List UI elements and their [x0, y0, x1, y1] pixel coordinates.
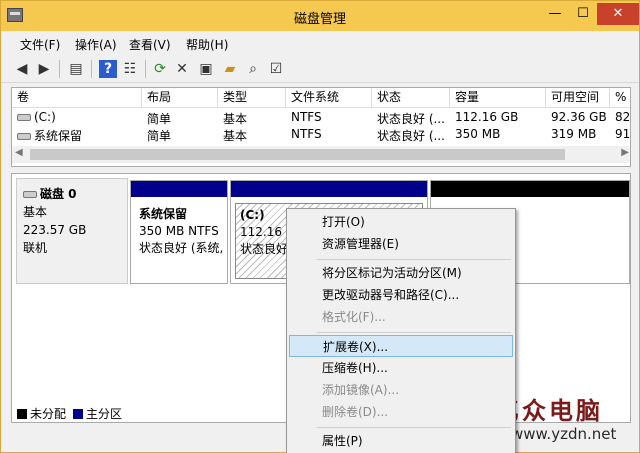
menu-add-mirror[interactable]: 添加镜像(A)... [289, 379, 513, 401]
partition-type-bar [231, 181, 427, 197]
unallocated-swatch [17, 409, 27, 419]
column-free-space[interactable]: 可用空间 [546, 88, 610, 108]
primary-swatch [73, 409, 83, 419]
volume-list-header: 卷 布局 类型 文件系统 状态 容量 可用空间 % [12, 88, 630, 108]
column-capacity[interactable]: 容量 [450, 88, 546, 108]
menu-delete-volume[interactable]: 删除卷(D)... [289, 401, 513, 423]
toolbar-divider [59, 60, 60, 78]
toolbar: ◀ ▶ ▤ ? ☷ ⟳ ✕ ▣ ▰ ⌕ ☑ [1, 55, 639, 83]
disk-type: 基本 [23, 205, 48, 219]
maximize-button[interactable]: ☐ [569, 3, 597, 25]
drive-icon [17, 114, 31, 121]
close-button[interactable]: ✕ [597, 3, 639, 25]
layout-cell: 简单 [147, 112, 172, 126]
disk-status: 联机 [23, 241, 48, 255]
column-volume[interactable]: 卷 [12, 88, 142, 108]
menu-action[interactable]: 操作(A) [75, 36, 117, 53]
menu-separator [317, 259, 511, 260]
column-status[interactable]: 状态 [372, 88, 450, 108]
scroll-left-icon[interactable]: ◀ [15, 147, 23, 158]
volume-name: 系统保留 [34, 129, 83, 143]
table-row[interactable]: (C:) 简单 基本 NTFS 状态良好 (... 112.16 GB 92.3… [12, 109, 631, 126]
open-folder-icon[interactable]: ▰ [221, 60, 239, 78]
list-icon[interactable]: ☷ [121, 60, 139, 78]
disk-title: 磁盘 0 [23, 185, 121, 203]
partition-system-reserved[interactable]: 系统保留 350 MB NTFS 状态良好 (系统, [130, 180, 228, 284]
properties-icon[interactable]: ▣ [197, 60, 215, 78]
disk-management-window: 磁盘管理 — ☐ ✕ 文件(F) 操作(A) 查看(V) 帮助(H) ◀ ▶ ▤… [0, 0, 640, 453]
legend-label: 主分区 [86, 407, 123, 421]
scrollbar-thumb[interactable] [30, 149, 565, 160]
drive-icon [17, 133, 31, 140]
type-cell: 基本 [223, 129, 248, 143]
percent-cell: 82 [615, 110, 631, 124]
partition-type-bar [131, 181, 227, 197]
free-space-cell: 319 MB [551, 127, 597, 141]
toolbar-divider [145, 60, 146, 78]
volume-name: (C:) [34, 110, 56, 124]
partition-status: 状态良好 (系统, [139, 241, 223, 255]
menu-file[interactable]: 文件(F) [20, 36, 60, 53]
back-icon[interactable]: ◀ [13, 60, 31, 78]
menu-mark-active[interactable]: 将分区标记为活动分区(M) [289, 262, 513, 284]
menu-extend-volume[interactable]: 扩展卷(X)... [289, 335, 513, 357]
disk-icon [23, 191, 37, 198]
menu-explorer[interactable]: 资源管理器(E) [289, 233, 513, 255]
capacity-cell: 350 MB [455, 127, 501, 141]
menu-separator [317, 332, 511, 333]
refresh-icon[interactable]: ⟳ [151, 60, 169, 78]
type-cell: 基本 [223, 112, 248, 126]
status-cell: 状态良好 (... [377, 129, 445, 143]
filesystem-cell: NTFS [291, 127, 322, 141]
menu-properties[interactable]: 属性(P) [289, 430, 513, 452]
horizontal-scrollbar[interactable]: ◀ ▶ [12, 146, 630, 163]
column-percent[interactable]: % [610, 88, 630, 108]
scroll-right-icon[interactable]: ▶ [621, 147, 629, 158]
partition-size: 350 MB NTFS [139, 224, 219, 238]
forward-icon[interactable]: ▶ [35, 60, 53, 78]
menu-shrink-volume[interactable]: 压缩卷(H)... [289, 357, 513, 379]
partition-type-bar [431, 181, 629, 197]
menu-help[interactable]: 帮助(H) [186, 36, 228, 53]
volume-list: 卷 布局 类型 文件系统 状态 容量 可用空间 % (C:) 简单 基本 NTF… [11, 87, 631, 167]
toolbar-divider [91, 60, 92, 78]
free-space-cell: 92.36 GB [551, 110, 607, 124]
minimize-button[interactable]: — [541, 3, 569, 25]
menu-view[interactable]: 查看(V) [129, 36, 171, 53]
volume-cell: (C:) [12, 110, 142, 124]
menu-bar: 文件(F) 操作(A) 查看(V) 帮助(H) [1, 32, 639, 54]
legend-unallocated: 未分配 [17, 405, 66, 422]
column-filesystem[interactable]: 文件系统 [286, 88, 372, 108]
layout-cell: 简单 [147, 129, 172, 143]
checklist-icon[interactable]: ☑ [267, 60, 285, 78]
watermark-url: www.yzdn.net [511, 425, 617, 443]
console-icon[interactable]: ▤ [67, 60, 85, 78]
table-row[interactable]: 系统保留 简单 基本 NTFS 状态良好 (... 350 MB 319 MB … [12, 126, 631, 144]
volume-cell: 系统保留 [12, 127, 142, 144]
partition-details: 系统保留 350 MB NTFS 状态良好 (系统, [135, 203, 223, 279]
column-layout[interactable]: 布局 [142, 88, 218, 108]
percent-cell: 91 [615, 127, 631, 141]
search-icon[interactable]: ⌕ [244, 60, 262, 78]
context-menu: 打开(O) 资源管理器(E) 将分区标记为活动分区(M) 更改驱动器号和路径(C… [286, 208, 516, 453]
delete-icon[interactable]: ✕ [173, 60, 191, 78]
filesystem-cell: NTFS [291, 110, 322, 124]
partition-title: 系统保留 [139, 207, 188, 221]
capacity-cell: 112.16 GB [455, 110, 519, 124]
disk-size: 223.57 GB [23, 223, 87, 237]
menu-change-drive-letter[interactable]: 更改驱动器号和路径(C)... [289, 284, 513, 306]
legend-primary: 主分区 [73, 405, 122, 422]
menu-open[interactable]: 打开(O) [289, 211, 513, 233]
status-cell: 状态良好 (... [377, 112, 445, 126]
help-icon[interactable]: ? [99, 60, 117, 78]
legend: 未分配 主分区 [11, 403, 291, 421]
title-bar: 磁盘管理 — ☐ ✕ [1, 1, 639, 31]
column-type[interactable]: 类型 [218, 88, 286, 108]
legend-label: 未分配 [30, 407, 67, 421]
disk-name: 磁盘 0 [40, 187, 77, 201]
menu-separator [317, 427, 511, 428]
menu-format[interactable]: 格式化(F)... [289, 306, 513, 328]
disk-0-info[interactable]: 磁盘 0 基本 223.57 GB 联机 [16, 178, 128, 284]
